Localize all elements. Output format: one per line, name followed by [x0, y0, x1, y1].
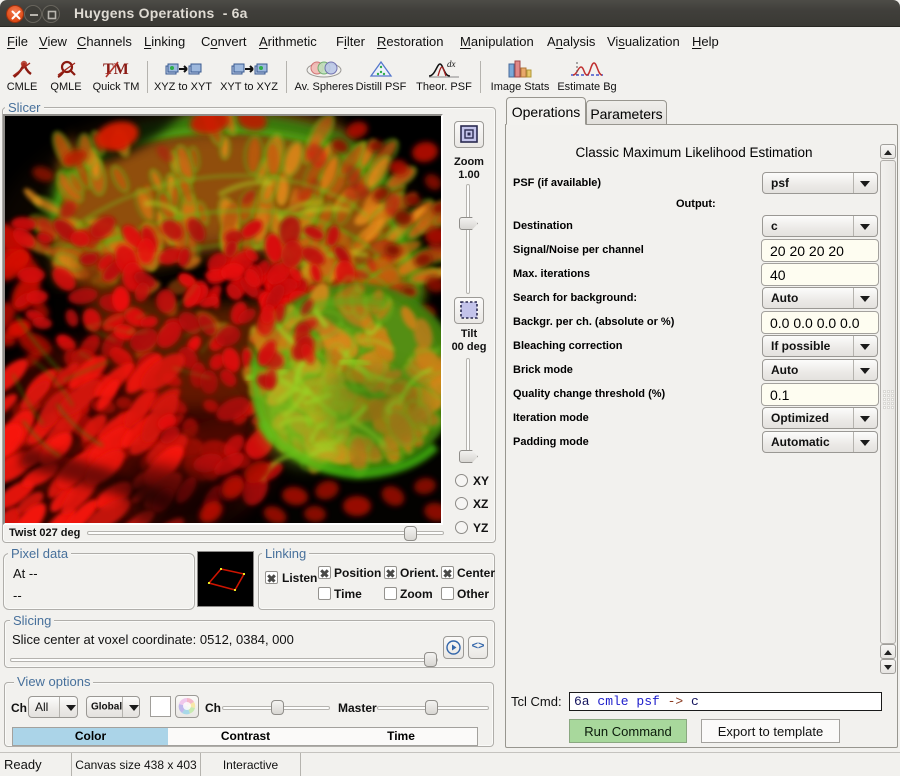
svg-text:dx: dx [447, 59, 456, 69]
